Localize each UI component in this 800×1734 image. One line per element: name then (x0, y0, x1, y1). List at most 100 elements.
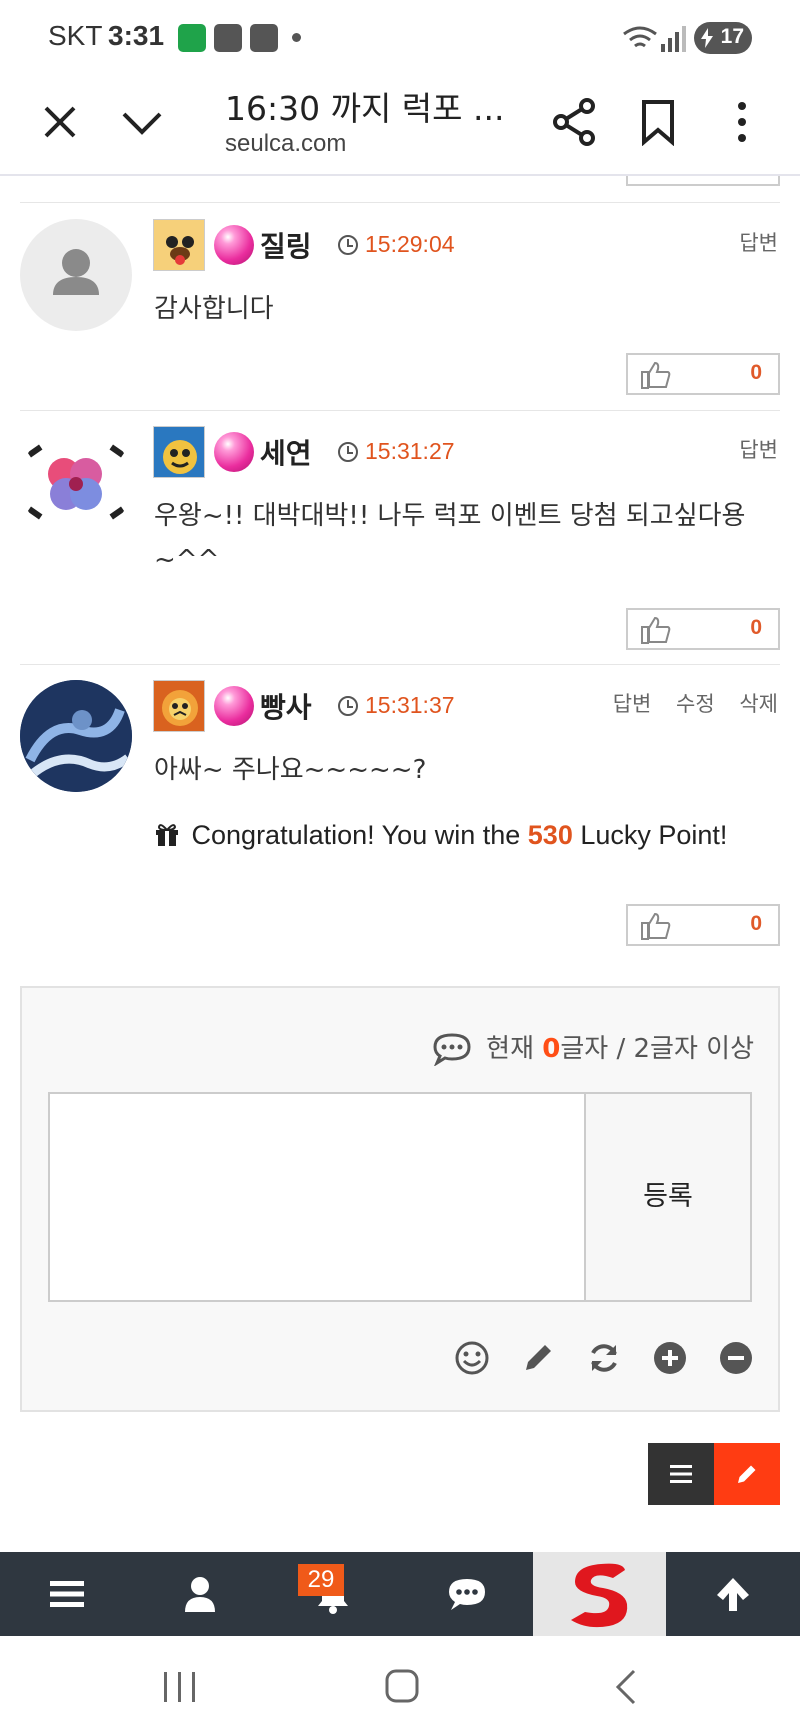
pencil-icon[interactable] (520, 1340, 556, 1376)
previous-like-button[interactable] (626, 176, 780, 186)
reply-link[interactable]: 답변 (739, 438, 778, 462)
nav-home-logo[interactable] (533, 1552, 666, 1636)
bottom-navigation (0, 1552, 800, 1636)
avatar (20, 680, 132, 792)
comment-actions: 답변 (721, 434, 778, 464)
user-icon (185, 1577, 215, 1612)
counter-prefix: 현재 (486, 1034, 535, 1064)
avatar (20, 426, 132, 538)
like-button[interactable]: 0 (626, 353, 780, 395)
level-icon (153, 219, 205, 271)
reply-link[interactable]: 답변 (613, 692, 652, 716)
like-count: 0 (750, 616, 762, 639)
candy-icon (214, 225, 254, 265)
comment-actions: 답변 (721, 227, 778, 257)
clock-time: 3:31 (108, 20, 165, 51)
flag-flower-avatar-icon (27, 444, 125, 520)
divider (20, 664, 780, 665)
level-icon (153, 426, 205, 478)
pug-icon (154, 220, 204, 270)
system-navigation (0, 1636, 800, 1734)
monster-icon (154, 427, 204, 477)
nav-profile[interactable] (133, 1552, 266, 1636)
nav-chat[interactable] (400, 1552, 533, 1636)
delete-link[interactable]: 삭제 (739, 692, 778, 716)
like-button[interactable]: 0 (626, 608, 780, 650)
page-title: 16:30 까지 럭포 ... (225, 89, 505, 128)
browser-toolbar: 16:30 까지 럭포 ... seulca.com (0, 74, 800, 176)
comment-text: 아싸~ 주나요~~~~~? (154, 755, 427, 785)
comment-write-box: 현재 0글자 / 2글자 이상 등록 (20, 986, 780, 1412)
comment-text: 감사합니다 (154, 294, 274, 324)
submit-button[interactable]: 등록 (584, 1092, 752, 1302)
refresh-icon[interactable] (586, 1340, 622, 1376)
comment-textarea[interactable] (48, 1092, 586, 1302)
bookmark-icon[interactable] (640, 98, 676, 146)
counter-value: 0 (542, 1034, 561, 1064)
counter-suffix: 글자 / 2글자 이상 (560, 1034, 754, 1064)
avatar (20, 219, 132, 331)
charging-bolt-icon (701, 28, 713, 48)
notes-icon (214, 24, 242, 52)
like-count: 0 (750, 912, 762, 935)
more-notifications-dot (292, 33, 301, 42)
list-button[interactable] (648, 1443, 714, 1505)
share-icon[interactable] (553, 98, 597, 146)
notes-icon (250, 24, 278, 52)
back-icon[interactable] (612, 1668, 640, 1706)
divider (20, 202, 780, 203)
nav-scroll-top[interactable] (666, 1552, 799, 1636)
status-bar: SKT 3:31 17 (0, 0, 800, 74)
lucky-point-message: Congratulation! You win the 530 Lucky Po… (154, 820, 727, 851)
close-icon[interactable] (38, 100, 82, 144)
edit-link[interactable]: 수정 (676, 692, 715, 716)
clock-icon (338, 696, 358, 716)
recents-icon[interactable] (160, 1670, 200, 1704)
menu-icon (50, 1581, 84, 1607)
default-user-icon (53, 249, 99, 295)
comment-time: 15:29:04 (365, 231, 455, 257)
comment-actions: 답변 수정 삭제 (595, 688, 778, 718)
dragon-avatar-icon (20, 680, 132, 792)
lucky-prefix: Congratulation! You win the (191, 820, 521, 850)
chat-bubble-icon (449, 1579, 485, 1610)
more-vert-icon[interactable] (728, 98, 756, 146)
reply-link[interactable]: 답변 (739, 231, 778, 255)
minus-circle-icon[interactable] (718, 1340, 754, 1376)
lucky-points: 530 (527, 820, 573, 850)
emoticon-icon[interactable] (454, 1340, 490, 1376)
battery-level: 17 (720, 25, 744, 48)
list-icon (670, 1465, 692, 1483)
notification-badge: 29 (298, 1564, 344, 1596)
battery-indicator: 17 (694, 22, 752, 54)
candy-icon (214, 432, 254, 472)
thumbs-up-icon (641, 912, 671, 940)
lucky-suffix: Lucky Point! (580, 820, 728, 850)
plus-circle-icon[interactable] (652, 1340, 688, 1376)
app-notification-icon (178, 24, 206, 52)
signal-icon (661, 26, 686, 52)
wifi-icon (623, 26, 657, 48)
clock-icon (338, 235, 358, 255)
nav-menu[interactable] (0, 1552, 133, 1636)
comment-time: 15:31:37 (365, 692, 455, 718)
char-counter: 현재 0글자 / 2글자 이상 (486, 1028, 754, 1065)
level-icon (153, 680, 205, 732)
comment-author[interactable]: 빵사 (260, 686, 312, 726)
site-logo-icon (571, 1563, 628, 1628)
comment-author[interactable]: 질링 (260, 225, 312, 265)
chat-bubble-icon (433, 1033, 471, 1066)
like-count: 0 (750, 361, 762, 384)
divider (20, 410, 780, 411)
pencil-icon (738, 1465, 756, 1483)
carrier-label: SKT (48, 20, 103, 51)
home-icon[interactable] (384, 1668, 420, 1704)
chevron-down-icon[interactable] (120, 100, 164, 144)
gift-icon (156, 824, 178, 846)
comment-time: 15:31:27 (365, 438, 455, 464)
comment-author[interactable]: 세연 (260, 432, 312, 472)
arrow-up-icon (717, 1578, 749, 1611)
write-button[interactable] (714, 1443, 780, 1505)
like-button[interactable]: 0 (626, 904, 780, 946)
page-url[interactable]: seulca.com (225, 130, 346, 158)
